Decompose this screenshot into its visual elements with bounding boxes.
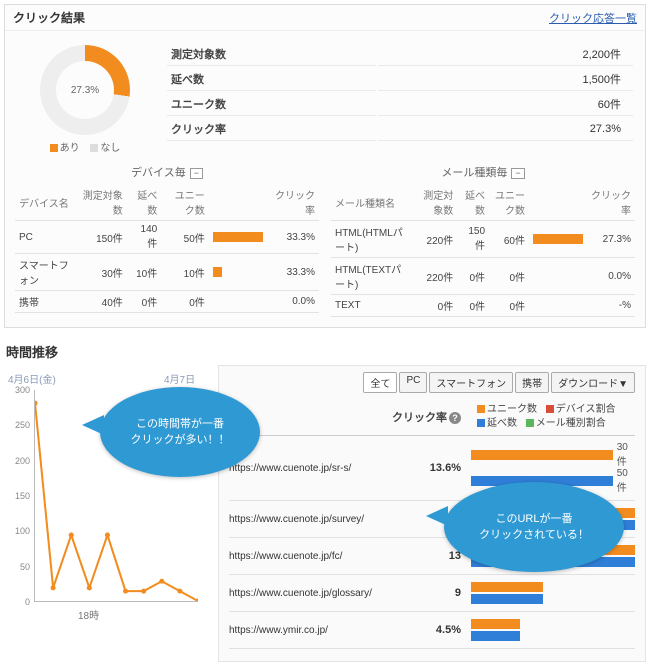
click-result-panel: クリック結果 クリック応答一覧 27.3% あり なし 測定対象数2,200件延…	[4, 4, 646, 328]
summary-table: 測定対象数2,200件延べ数1,500件ユニーク数60件クリック率27.3%	[165, 41, 635, 143]
filter-chip[interactable]: 携帯	[515, 372, 549, 393]
mail-caption: メール種類毎−	[331, 162, 635, 184]
donut-chart: 27.3% あり なし	[15, 41, 155, 154]
donut-value: 27.3%	[56, 61, 114, 119]
filter-chip[interactable]: スマートフォン	[429, 372, 513, 393]
time-section-title: 時間推移	[6, 342, 644, 361]
table-row: HTML(TEXTパート)220件0件0件 0.0%	[331, 258, 635, 295]
x-axis-label: 18時	[78, 607, 99, 622]
callout-url: このURLが一番クリックされている！	[444, 482, 624, 572]
collapse-device-button[interactable]: −	[190, 168, 203, 179]
device-caption: デバイス毎−	[15, 162, 319, 184]
device-table: デバイス名測定対象数延べ数ユニーク数クリック率 PC150件140件50件 33…	[15, 184, 319, 313]
filter-chip[interactable]: 全て	[363, 372, 397, 393]
rate-column-header: クリック率?	[389, 409, 461, 425]
filter-row: 全てPCスマートフォン携帯ダウンロード▼	[229, 372, 635, 393]
table-row: PC150件140件50件 33.3%	[15, 221, 319, 254]
mail-table: メール種類名測定対象数延べ数ユニーク数クリック率 HTML(HTMLパート)22…	[331, 184, 635, 317]
help-icon[interactable]: ?	[449, 412, 461, 424]
url-pane: 全てPCスマートフォン携帯ダウンロード▼ URL クリック率? ユニーク数 デバ…	[218, 365, 646, 662]
panel-title: クリック結果	[13, 9, 85, 26]
summary-row: クリック率27.3%	[167, 118, 633, 141]
filter-chip[interactable]: PC	[399, 372, 427, 393]
collapse-mail-button[interactable]: −	[511, 168, 524, 179]
link-click-response-list[interactable]: クリック応答一覧	[549, 10, 637, 26]
summary-row: ユニーク数60件	[167, 93, 633, 116]
summary-row: 測定対象数2,200件	[167, 43, 633, 66]
url-legend: ユニーク数 デバイス割合 延べ数 メール種別割合	[461, 403, 635, 431]
table-row: スマートフォン30件10件10件 33.3%	[15, 254, 319, 291]
table-row: TEXT0件0件0件 -%	[331, 295, 635, 317]
table-row: HTML(HTMLパート)220件150件60件 27.3%	[331, 221, 635, 258]
panel-header: クリック結果 クリック応答一覧	[5, 5, 645, 31]
table-row: 携帯40件0件0件 0.0%	[15, 291, 319, 313]
url-row[interactable]: https://www.cuenote.jp/glossary/ 9	[229, 575, 635, 612]
donut-legend: あり なし	[15, 139, 155, 154]
url-row[interactable]: https://www.ymir.co.jp/ 4.5%	[229, 612, 635, 649]
summary-row: 延べ数1,500件	[167, 68, 633, 91]
filter-chip[interactable]: ダウンロード▼	[551, 372, 635, 393]
callout-time: この時間帯が一番クリックが多い！！	[100, 387, 260, 477]
